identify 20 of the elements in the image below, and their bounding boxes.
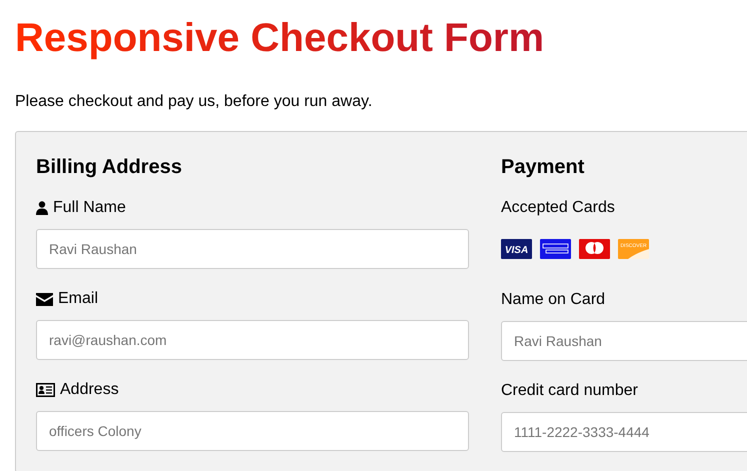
envelope-icon	[36, 292, 53, 306]
field-label: Accepted Cards	[501, 198, 615, 218]
section-heading: Payment	[501, 155, 586, 179]
input-field[interactable]: 1111-2222-3333-4444	[501, 412, 747, 452]
card-logo-icon	[540, 239, 571, 259]
id-card-icon	[36, 383, 55, 397]
field-label: Address	[60, 380, 119, 400]
user-icon	[36, 201, 48, 215]
intro-text: Please checkout and pay us, before you run away.	[15, 92, 374, 112]
input-field[interactable]: Ravi Raushan	[501, 321, 747, 361]
field-label: Name on Card	[501, 290, 606, 310]
input-field[interactable]: Ravi Raushan	[36, 229, 469, 269]
circles-card-icon	[579, 239, 610, 259]
field-label: Email	[58, 289, 98, 309]
section-heading: Billing Address	[36, 155, 183, 179]
input-field[interactable]: officers Colony	[36, 411, 469, 451]
field-label: Full Name	[53, 198, 126, 218]
visa-card-icon: VISA	[501, 239, 532, 259]
input-field[interactable]: ravi@raushan.com	[36, 320, 469, 360]
field-label: Credit card number	[501, 381, 638, 401]
